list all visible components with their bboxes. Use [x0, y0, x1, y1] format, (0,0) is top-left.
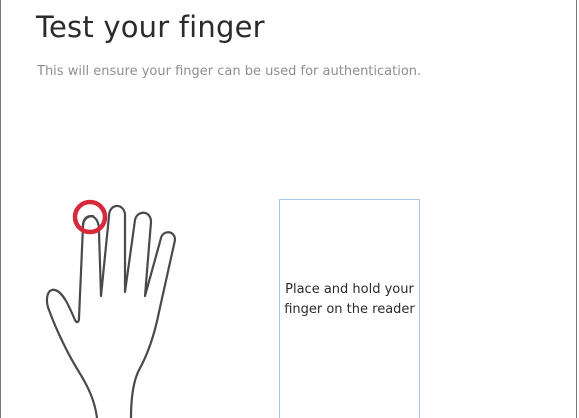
fingerprint-test-panel: Test your finger This will ensure your f…	[0, 0, 577, 418]
reader-instruction: Place and hold your finger on the reader	[284, 282, 415, 317]
page-title: Test your finger	[36, 10, 265, 44]
hand-icon	[45, 199, 177, 418]
fingerprint-reader-box: Place and hold your finger on the reader	[279, 199, 420, 418]
page-subtitle: This will ensure your finger can be used…	[37, 64, 422, 79]
hand-outline	[45, 204, 177, 418]
